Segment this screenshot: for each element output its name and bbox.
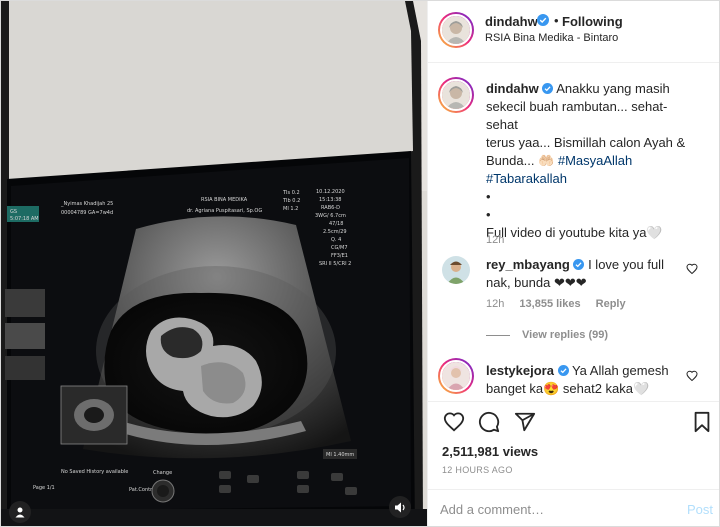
verified-icon [542,83,554,94]
post-video[interactable]: RSIA BINA MEDIKA dr. Agriana Puspitasari… [1,1,427,526]
avatar-image [442,362,470,390]
comment-username[interactable]: rey_mbayang [486,257,570,272]
comment-meta: 12h 13,855 likes Reply [486,298,626,310]
comment-username[interactable]: lestykejora [486,363,554,378]
scan-param: Q. 4 [331,237,341,243]
caption-bullet: • [486,207,491,222]
add-comment-bar: Post [428,489,719,526]
hashtag-link[interactable]: #Tabarakallah [486,170,686,188]
scan-change: Change [153,470,172,476]
view-replies-button[interactable]: View replies (99) [486,329,608,341]
caption-username[interactable]: dindahw [486,81,539,96]
share-icon[interactable] [513,411,537,433]
mute-button[interactable] [389,496,411,518]
heart-icon[interactable] [442,411,466,433]
avatar-image [442,256,470,284]
comment-item: rey_mbayang I love you full nak, bunda ❤… [428,255,719,345]
comment-text: rey_mbayang I love you full nak, bunda ❤… [486,256,686,292]
user-tag-button[interactable] [9,501,31,523]
mute-icon [394,502,405,512]
scan-doctor: dr. Agriana Puspitasari, Sp.OG [187,208,262,214]
scan-left-time: 5:07:18 AM [10,216,39,222]
comment-time: 12h [486,298,505,310]
verified-icon [537,14,549,26]
post-details-panel: dindahw • Following RSIA Bina Medika - B… [427,1,719,526]
comment-likes[interactable]: 13,855 likes [519,298,580,310]
avatar-image [442,16,470,44]
divider [486,334,510,336]
avatar-image [442,81,470,109]
scan-ms-readout: MI 1.40mm [326,452,354,458]
verified-icon [573,259,585,270]
caption-time: 12h [486,234,505,246]
comments-list: dindahw Anakku yang masih sekecil buah r… [428,64,719,401]
ultrasound-monitor-photo: RSIA BINA MEDIKA dr. Agriana Puspitasari… [1,1,427,526]
comment-line: banget ka😍 sehat2 kaka🤍 [486,381,650,396]
bookmark-icon[interactable] [691,411,713,433]
avatar[interactable] [440,360,472,392]
scan-time: 15:13:38 [319,197,341,203]
avatar[interactable] [440,14,472,46]
scan-patient: _Nyimas Khadijah 25 [60,201,113,207]
comment-line: Ya Allah gemesh [571,363,669,378]
scan-date: 10.12.2020 [316,189,345,195]
location-link[interactable]: RSIA Bina Medika - Bintaro [485,32,618,44]
scan-bottom-note: No Saved History available [61,469,128,475]
like-comment-heart-icon[interactable] [686,263,698,275]
scan-hospital: RSIA BINA MEDIKA [201,197,248,203]
reply-button[interactable]: Reply [596,298,626,310]
comment-icon[interactable] [477,411,501,433]
caption-text: dindahw Anakku yang masih sekecil buah r… [486,80,686,242]
like-comment-heart-icon[interactable] [686,370,698,382]
caption: dindahw Anakku yang masih sekecil buah r… [428,77,719,247]
comment-input[interactable] [440,498,670,520]
verified-icon [557,365,569,376]
post-header: dindahw • Following RSIA Bina Medika - B… [428,1,719,63]
scan-tis: TIs 0.2 [282,190,300,196]
caption-line: terus yaa... Bismillah calon Ayah & [486,135,686,150]
header-username[interactable]: dindahw [485,14,538,29]
caption-bullet: • [486,189,491,204]
following-button[interactable]: Following [562,14,623,29]
comment-line: nak, bunda ❤❤❤ [486,275,587,290]
comment-line: I love you full [588,257,664,272]
scan-tib: TIb 0.2 [282,198,300,204]
scan-param: SRI II 5/CRI 2 [319,261,351,267]
comment-text: lestykejora Ya Allah gemesh banget ka😍 s… [486,362,686,398]
caption-line: sekecil buah rambutan... sehat-sehat [486,99,668,132]
scan-patient-id: 00004789 GA=7w4d [61,210,113,216]
caption-line: Bunda... 🤲🏻 [486,153,558,168]
scan-mi: MI 1.2 [283,206,298,212]
scan-param: 2.5cm/29 [323,229,347,235]
hashtag-link[interactable]: #MasyaAllah [558,153,632,168]
scan-page: Page 1/1 [33,485,55,491]
scan-param: CG/M7 [331,245,348,251]
view-replies-label: View replies (99) [522,329,609,341]
separator-dot: • [554,13,559,28]
view-count[interactable]: 2,511,981 views [442,444,538,459]
scan-left-tag: GS [10,209,17,215]
caption-line: Full video di youtube kita ya🤍 [486,225,663,240]
comment-item: lestykejora Ya Allah gemesh banget ka😍 s… [428,358,719,401]
post-comment-button[interactable]: Post [687,502,713,517]
post-actions: 2,511,981 views 12 HOURS AGO [428,401,719,500]
scan-param: FF3/E1 [331,253,348,259]
post-timestamp[interactable]: 12 HOURS AGO [442,465,513,475]
scan-mode: 3WG/ 6.7cm [315,213,346,219]
scan-param: 47/18 [329,221,343,227]
user-tag-icon [15,507,25,518]
avatar[interactable] [442,256,470,284]
avatar[interactable] [440,79,472,111]
scan-probe: RAB6-D [321,205,340,211]
instagram-post-window: RSIA BINA MEDIKA dr. Agriana Puspitasari… [0,0,720,527]
caption-line: Anakku yang masih [556,81,670,96]
